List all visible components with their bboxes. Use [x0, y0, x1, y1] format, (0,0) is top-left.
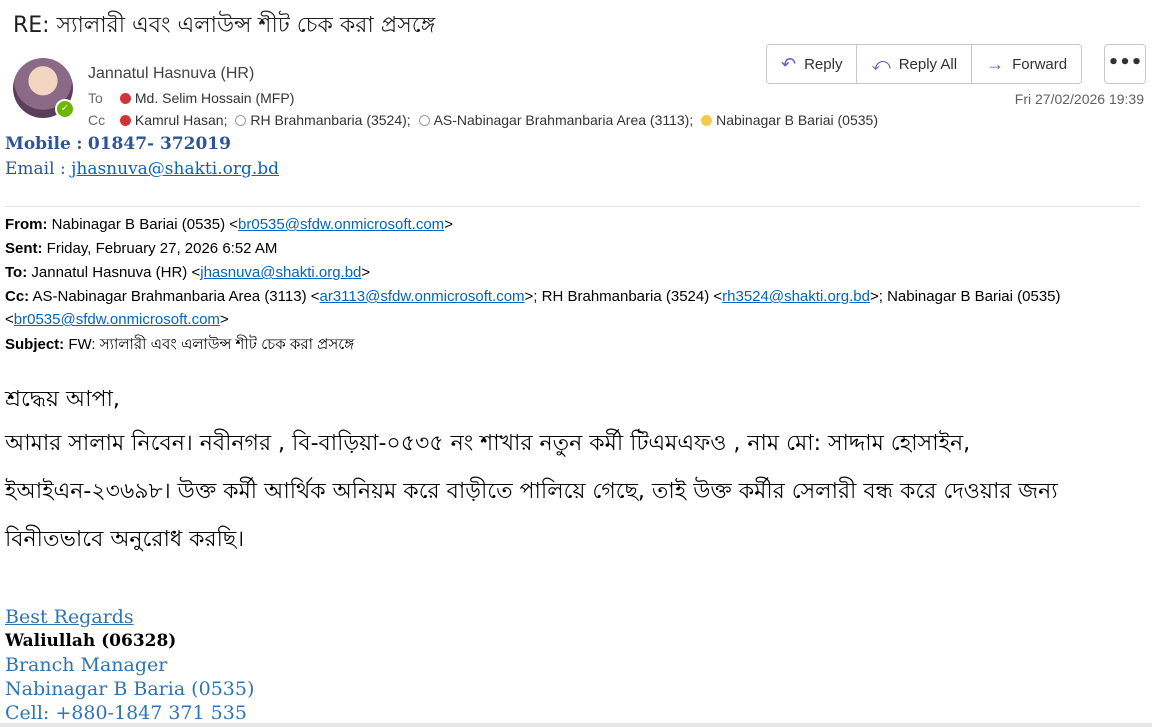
presence-busy-icon — [119, 93, 131, 104]
reply-all-label: Reply All — [898, 55, 958, 73]
divider — [5, 206, 1140, 207]
fw-cc3-email-link[interactable]: br0535@sfdw.onmicrosoft.com — [14, 311, 220, 328]
fw-to-name: Jannatul Hasnuva (HR) < — [31, 264, 201, 281]
fw-sent-line: Sent: Friday, February 27, 2026 6:52 AM — [5, 237, 1135, 260]
sender-avatar[interactable]: ✓ — [13, 58, 75, 119]
horizontal-scrollbar[interactable] — [0, 723, 1152, 727]
presence-busy-icon — [119, 115, 131, 126]
fw-cc-line: Cc: AS-Nabinagar Brahmanbaria Area (3113… — [5, 288, 1061, 328]
fw-subject-value: FW: স্যালারী এবং এলাউন্স শীট চেক করা প্র… — [68, 336, 355, 353]
reply-all-button[interactable]: ⤺ Reply All — [857, 45, 973, 83]
fw-from-name: Nabinagar B Bariai (0535) < — [51, 216, 239, 233]
fw-cc1-name: AS-Nabinagar Brahmanbaria Area (3113) < — [32, 288, 320, 305]
email-label: Email — [5, 159, 55, 179]
fw-to-line: To: Jannatul Hasnuva (HR) <jhasnuva@shak… — [5, 264, 371, 281]
fw-from-label: From: — [5, 216, 48, 233]
presence-unknown-icon — [235, 115, 247, 126]
signature-name: Waliullah (06328) — [5, 631, 177, 651]
fw-sent-label: Sent: — [5, 240, 43, 257]
reply-button[interactable]: ↶ Reply — [767, 45, 858, 83]
signature-branch: Nabinagar B Baria (0535) — [5, 678, 255, 700]
contact-email: Email : jhasnuva@shakti.org.bd — [5, 159, 280, 179]
fw-from-email-link[interactable]: br0535@sfdw.onmicrosoft.com — [238, 216, 444, 233]
signature-regards: Best Regards — [5, 606, 134, 628]
fw-from-line: From: Nabinagar B Bariai (0535) <br0535@… — [5, 216, 453, 233]
signature-cell: Cell: +880-1847 371 535 — [5, 702, 247, 724]
forward-label: Forward — [1012, 55, 1068, 73]
reply-icon: ↶ — [781, 53, 797, 74]
contact-mobile: Mobile : 01847- 372019 — [5, 134, 231, 154]
email-link[interactable]: jhasnuva@shakti.org.bd — [71, 159, 279, 179]
email-subject: RE: স্যালারী এবং এলাউন্স শীট চেক করা প্র… — [13, 13, 436, 38]
presence-away-icon — [701, 115, 713, 126]
message-actions-toolbar: ↶ Reply ⤺ Reply All → Forward — [766, 44, 1083, 84]
cc-recipient[interactable]: RH Brahmanbaria (3524); — [250, 112, 410, 128]
forward-button[interactable]: → Forward — [972, 45, 1081, 83]
forward-icon: → — [986, 53, 1005, 74]
cc-recipient[interactable]: AS-Nabinagar Brahmanbaria Area (3113); — [434, 112, 694, 128]
body-greeting: শ্রদ্ধেয় আপা, — [5, 387, 120, 412]
body-paragraph: আমার সালাম নিবেন। নবীনগর , বি-বাড়িয়া-০… — [5, 431, 1058, 552]
fw-to-label: To: — [5, 264, 28, 281]
fw-cc1-email-link[interactable]: ar3113@sfdw.onmicrosoft.com — [320, 288, 525, 305]
sender-name[interactable]: Jannatul Hasnuva (HR) — [88, 65, 254, 83]
reply-all-icon: ⤺ — [871, 53, 891, 74]
presence-available-icon: ✓ — [55, 99, 75, 119]
to-label: To — [88, 90, 103, 106]
fw-sent-value: Friday, February 27, 2026 6:52 AM — [46, 240, 278, 257]
fw-cc2-email-link[interactable]: rh3524@shakti.org.bd — [722, 288, 870, 305]
cc-label: Cc — [88, 112, 106, 128]
fw-cc2-name: >; RH Brahmanbaria (3524) < — [524, 288, 723, 305]
fw-cc-label: Cc: — [5, 288, 30, 305]
to-row: To Md. Selim Hossain (MFP) — [88, 90, 294, 106]
reply-label: Reply — [804, 55, 843, 73]
fw-subject-line: Subject: FW: স্যালারী এবং এলাউন্স শীট চে… — [5, 333, 1135, 356]
to-recipient[interactable]: Md. Selim Hossain (MFP) — [135, 90, 294, 106]
cc-recipient[interactable]: Nabinagar B Bariai (0535) — [716, 112, 878, 128]
signature-title: Branch Manager — [5, 654, 168, 676]
fw-subject-label: Subject: — [5, 336, 65, 353]
mobile-label: Mobile — [5, 134, 71, 154]
mobile-number: 01847- 372019 — [87, 134, 231, 154]
presence-unknown-icon — [418, 115, 430, 126]
cc-recipient[interactable]: Kamrul Hasan; — [135, 112, 228, 128]
cc-row: Cc Kamrul Hasan; RH Brahmanbaria (3524);… — [88, 112, 878, 128]
more-actions-button[interactable]: ••• — [1104, 44, 1146, 84]
received-date: Fri 27/02/2026 19:39 — [1014, 91, 1144, 107]
fw-to-email-link[interactable]: jhasnuva@shakti.org.bd — [200, 264, 361, 281]
